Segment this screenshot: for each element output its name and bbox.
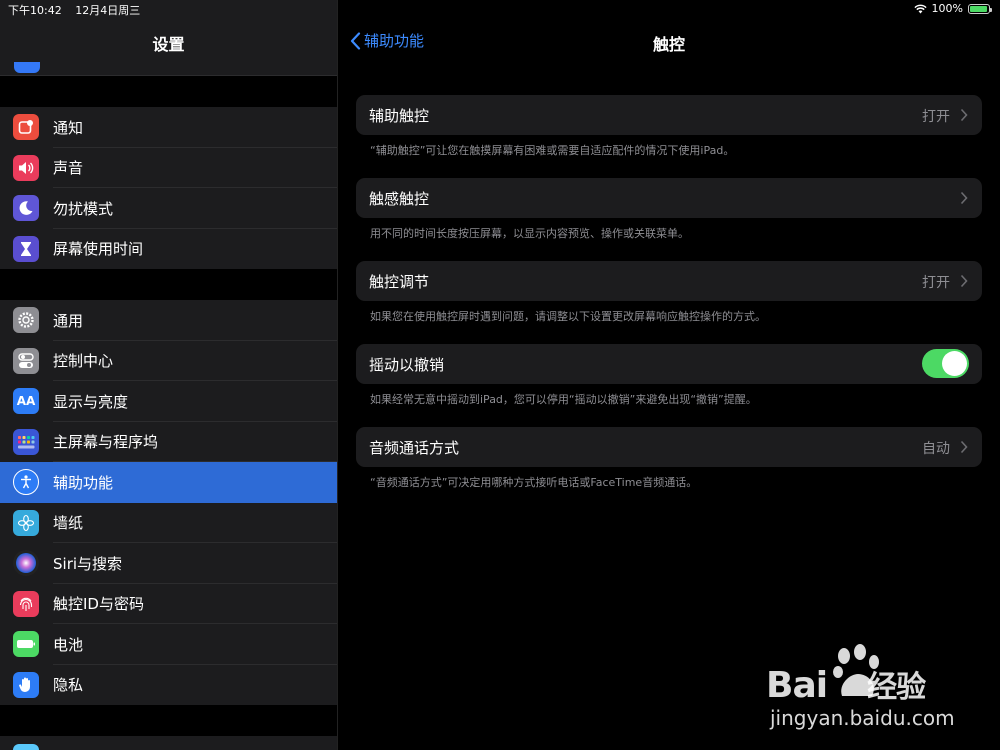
sidebar-item-label: 显示与亮度: [53, 392, 129, 411]
page-title: 触控: [652, 35, 685, 54]
sidebar-item-screen-time[interactable]: 屏幕使用时间: [0, 229, 337, 270]
sidebar-scroll-peek: [0, 62, 337, 76]
screen: 下午10:42 12月4日周三 100% 设置 通知 声音 勿扰模式 屏幕使用时…: [0, 0, 1000, 750]
sidebar-item-battery[interactable]: 电池: [0, 624, 337, 665]
sound-icon: [13, 154, 39, 181]
sidebar-item-accessibility[interactable]: 辅助功能: [0, 462, 337, 503]
sidebar-item-control-center[interactable]: 控制中心: [0, 341, 337, 381]
shake-to-undo-cell: 摇动以撤销: [356, 344, 982, 384]
sidebar-item-label: 通用: [53, 311, 84, 330]
sidebar-item-siri[interactable]: Siri与搜索: [0, 543, 337, 584]
battery-icon: [13, 631, 39, 657]
cell-footnote: 如果您在使用触控屏时遇到问题，请调整以下设置更改屏幕响应触控操作的方式。: [370, 310, 766, 323]
chevron-right-icon: [960, 440, 968, 454]
sidebar-item-label: 隐私: [53, 676, 84, 695]
main-panel: 辅助功能 触控 辅助触控 打开 “辅助触控”可让您在触摸屏幕有困难或需要自适应配…: [338, 0, 1000, 750]
sidebar-item-display[interactable]: AA 显示与亮度: [0, 381, 337, 422]
sidebar-item-do-not-disturb[interactable]: 勿扰模式: [0, 188, 337, 229]
sidebar-item-wallpaper[interactable]: 墙纸: [0, 503, 337, 543]
moon-icon: [13, 195, 39, 221]
shake-to-undo-toggle[interactable]: [922, 349, 969, 378]
sidebar-item-label: 触控ID与密码: [53, 595, 144, 614]
sidebar-item-home-screen[interactable]: 主屏幕与程序坞: [0, 422, 337, 462]
cell-value: 打开: [922, 109, 950, 125]
switches-icon: [13, 347, 39, 374]
paw-logo-icon: [833, 644, 879, 696]
sidebar-item-label: Siri与搜索: [53, 554, 123, 573]
battery-percent: 100%: [931, 2, 963, 15]
sidebar-item-label: 声音: [53, 159, 84, 178]
sidebar-item-general[interactable]: 通用: [0, 300, 337, 341]
cell-title: 音频通话方式: [369, 439, 460, 457]
flower-icon: [13, 509, 39, 536]
assistive-touch-cell[interactable]: 辅助触控 打开: [356, 95, 982, 135]
sidebar-group-1: 通知 声音 勿扰模式 屏幕使用时间: [0, 107, 337, 269]
sidebar-item-sound[interactable]: 声音: [0, 148, 337, 188]
cell-footnote: 用不同的时间长度按压屏幕，以显示内容预览、操作或关联菜单。: [370, 227, 689, 240]
chevron-right-icon: [960, 274, 968, 288]
accessibility-icon: [13, 469, 39, 495]
sidebar-item-label: 屏幕使用时间: [53, 240, 144, 259]
sidebar-item-label: 辅助功能: [53, 473, 114, 492]
gear-icon: [13, 307, 39, 333]
notifications-icon: [13, 114, 39, 140]
cell-title: 辅助触控: [369, 107, 430, 125]
sidebar-item-privacy[interactable]: 隐私: [0, 665, 337, 706]
wifi-icon: [913, 4, 927, 13]
chevron-right-icon: [960, 191, 968, 205]
siri-icon: [13, 550, 39, 576]
baidu-watermark: Bai 经验 jingyan.baidu.com: [766, 644, 986, 734]
call-audio-routing-cell[interactable]: 音频通话方式 自动: [356, 427, 982, 467]
cell-title: 触控调节: [369, 273, 430, 291]
status-bar: 下午10:42 12月4日周三 100%: [0, 0, 1000, 18]
status-time: 下午10:42: [8, 4, 62, 17]
sidebar-item-label: 控制中心: [53, 352, 114, 371]
fingerprint-icon: [13, 590, 39, 617]
cell-footnote: “音频通话方式”可决定用哪种方式接听电话或FaceTime音频通话。: [370, 476, 698, 489]
hand-icon: [13, 671, 39, 698]
sidebar-item-label: 勿扰模式: [53, 199, 114, 218]
cell-footnote: “辅助触控”可让您在触摸屏幕有困难或需要自适应配件的情况下使用iPad。: [370, 144, 735, 157]
sidebar-item-notifications[interactable]: 通知: [0, 107, 337, 148]
sidebar-scroll-peek-bottom: [0, 736, 337, 750]
sidebar-group-2: 通用 控制中心 AA 显示与亮度 主屏幕与程序坞 辅助功能 墙纸 Siri与搜索…: [0, 300, 337, 705]
text-size-icon: AA: [13, 388, 39, 414]
watermark-url: jingyan.baidu.com: [770, 706, 955, 730]
cell-footnote: 如果经常无意中摇动到iPad，您可以停用“摇动以撤销”来避免出现“撤销”提醒。: [370, 393, 757, 406]
sidebar-item-label: 通知: [53, 118, 84, 137]
chevron-right-icon: [960, 108, 968, 122]
hourglass-icon: [13, 235, 39, 262]
sidebar-title: 设置: [152, 35, 185, 54]
cell-title: 摇动以撤销: [369, 356, 445, 374]
grid-icon: [13, 428, 39, 455]
battery-icon: [968, 3, 992, 14]
touch-accommodations-cell[interactable]: 触控调节 打开: [356, 261, 982, 301]
cell-value: 打开: [922, 275, 950, 291]
sidebar-item-label: 主屏幕与程序坞: [53, 433, 159, 452]
sidebar-item-touch-id[interactable]: 触控ID与密码: [0, 584, 337, 624]
sidebar-item-label: 墙纸: [53, 514, 84, 533]
status-date: 12月4日周三: [75, 4, 141, 17]
sidebar: 设置 通知 声音 勿扰模式 屏幕使用时间 通用 控制中心 AA 显示与亮度 主屏…: [0, 0, 338, 750]
cell-value: 自动: [922, 441, 950, 457]
cell-title: 触感触控: [369, 190, 430, 208]
sidebar-item-label: 电池: [53, 635, 84, 654]
haptic-touch-cell[interactable]: 触感触控: [356, 178, 982, 218]
